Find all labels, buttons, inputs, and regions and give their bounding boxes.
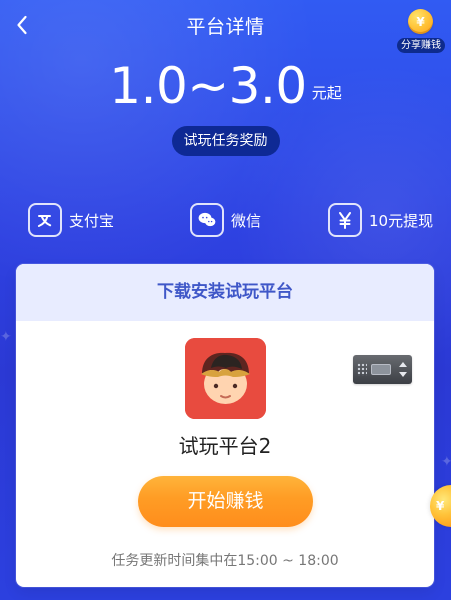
start-earning-button[interactable]: 开始赚钱: [138, 476, 313, 527]
reward-amount: 1.0~3.0: [109, 57, 307, 115]
reward-range: 1.0~3.0 元起: [0, 61, 451, 111]
share-earn-button[interactable]: ¥ 分享赚钱: [396, 9, 446, 54]
alipay-icon: [28, 203, 62, 237]
page-title: 平台详情: [186, 16, 265, 38]
reward-badge: 试玩任务奖励: [171, 126, 280, 156]
sparkle-icon: ✦: [441, 454, 451, 470]
yen-icon-glyph: [339, 212, 351, 229]
alipay-icon-glyph: [37, 215, 52, 227]
app-name: 试玩平台2: [178, 434, 272, 458]
screen-icon: [371, 364, 391, 375]
top-bar: 平台详情 ¥ 分享赚钱: [0, 0, 451, 54]
task-card: 下载安装试玩平台 试玩平台2 开始赚钱 任务更新时间集中在15:00 ~ 18:…: [16, 264, 434, 587]
feature-cashout: 10元提现: [328, 200, 433, 240]
sparkle-icon: ✦: [0, 329, 12, 345]
arrow-down-icon: [399, 372, 407, 377]
share-label: 分享赚钱: [397, 38, 445, 53]
task-card-title: 下载安装试玩平台: [16, 264, 434, 321]
reward-unit: 元起: [311, 84, 342, 102]
wechat-icon-glyph: [198, 212, 216, 227]
feature-wechat: 微信: [190, 200, 261, 240]
feature-wechat-label: 微信: [231, 211, 262, 230]
feature-alipay-label: 支付宝: [69, 211, 115, 230]
wechat-icon: [190, 203, 224, 237]
feature-alipay: 支付宝: [28, 200, 114, 240]
yen-icon: [328, 203, 362, 237]
avatar-icon: [185, 338, 266, 419]
floating-control-widget[interactable]: [353, 355, 412, 384]
task-update-time: 任务更新时间集中在15:00 ~ 18:00: [111, 553, 339, 569]
arrow-up-icon: [399, 362, 407, 367]
coin-icon: ¥: [408, 9, 433, 34]
payout-features: 支付宝 微信 10元提现: [0, 200, 451, 240]
grip-icon: [357, 363, 367, 376]
app-icon: [185, 338, 266, 419]
feature-cashout-label: 10元提现: [369, 211, 434, 230]
